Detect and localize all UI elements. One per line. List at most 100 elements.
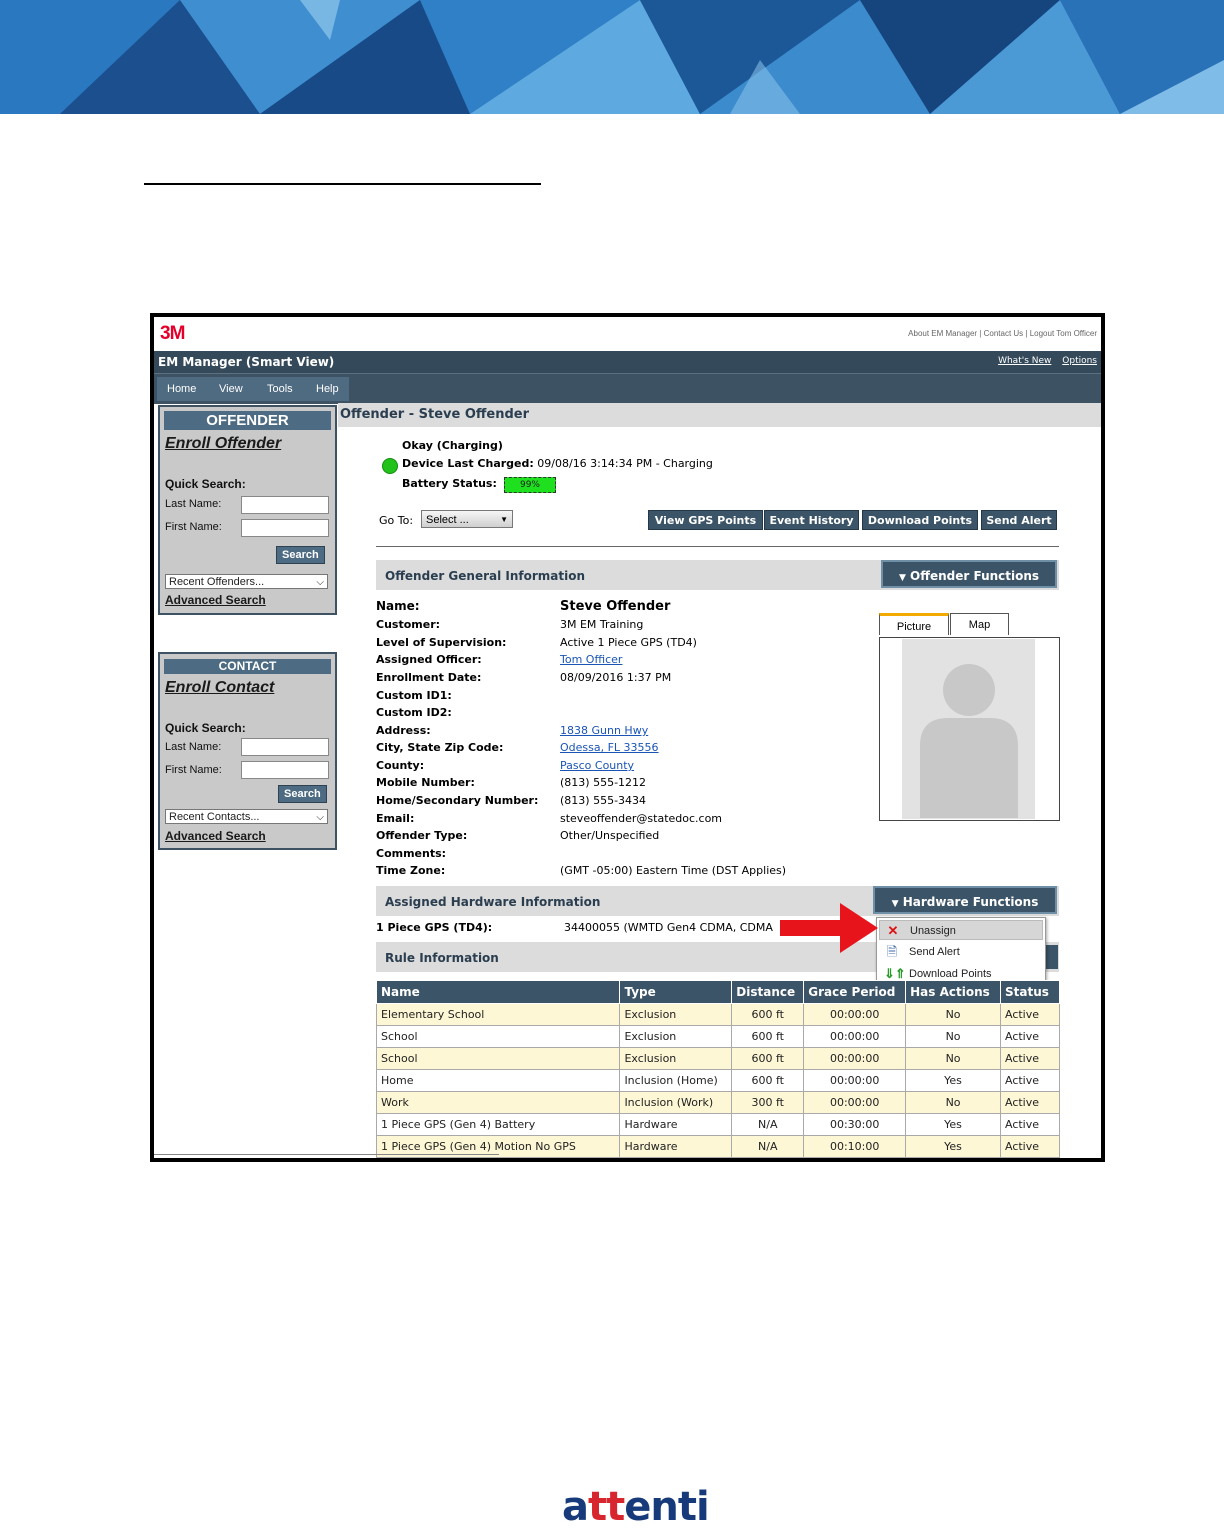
battery-label: Battery Status: [402, 477, 497, 490]
rule-grace-period: 00:00:00 [803, 1025, 907, 1048]
column-header[interactable]: Status [999, 980, 1061, 1004]
whats-new-link[interactable]: What's New [998, 356, 1051, 366]
tab-map[interactable]: Map [950, 613, 1009, 635]
column-header[interactable]: Has Actions [905, 980, 1001, 1004]
contact-first-name-input[interactable] [241, 761, 329, 779]
offender-advanced-search-link[interactable]: Advanced Search [165, 593, 266, 607]
column-header[interactable]: Grace Period [803, 980, 907, 1004]
horizontal-scrollbar[interactable] [154, 1154, 499, 1155]
enroll-offender-link[interactable]: Enroll Offender [165, 435, 281, 453]
rule-has-actions: No [905, 1091, 1001, 1114]
column-header[interactable]: Distance [731, 980, 805, 1004]
top-links[interactable]: About EM Manager | Contact Us | Logout T… [908, 329, 1097, 338]
address-link[interactable]: 1838 Gunn Hwy [560, 724, 648, 737]
rule-distance: 300 ft [731, 1091, 805, 1114]
recent-offenders-select[interactable]: Recent Offenders... ⌵ [165, 574, 328, 589]
menu-item-send-alert[interactable]: 🗎 Send Alert [879, 942, 1043, 962]
table-row[interactable]: School Exclusion 600 ft 00:00:00 No Acti… [375, 1047, 1061, 1070]
recent-contacts-value: Recent Contacts... [169, 811, 260, 823]
rule-has-actions: Yes [905, 1069, 1001, 1092]
download-points-button[interactable]: Download Points [862, 510, 978, 530]
info-label: Address: [376, 724, 431, 737]
table-row[interactable]: 1 Piece GPS (Gen 4) Battery Hardware N/A… [375, 1113, 1061, 1136]
rule-status: Active [999, 1069, 1061, 1092]
rule-name: Elementary School [375, 1003, 621, 1026]
rule-distance: 600 ft [731, 1003, 805, 1026]
enroll-contact-link[interactable]: Enroll Contact [165, 679, 274, 697]
offender-search-button[interactable]: Search [276, 546, 325, 564]
menu-view[interactable]: View [219, 383, 243, 395]
rule-info-title: Rule Information [385, 951, 499, 965]
info-value: (GMT -05:00) Eastern Time (DST Applies) [560, 864, 787, 877]
event-history-button[interactable]: Event History [764, 510, 859, 530]
last-name-label: Last Name: [165, 498, 222, 510]
caret-down-icon: ▼ [891, 899, 899, 909]
view-gps-points-button[interactable]: View GPS Points [648, 510, 763, 530]
menu-help[interactable]: Help [316, 383, 339, 395]
last-charged-row: Device Last Charged: 09/08/16 3:14:34 PM… [402, 457, 713, 470]
contact-last-name-input[interactable] [241, 738, 329, 756]
offender-first-name-input[interactable] [241, 519, 329, 537]
goto-select[interactable]: Select ... ▼ [421, 510, 513, 528]
quick-search-label: Quick Search: [165, 721, 246, 735]
rule-status: Active [999, 1047, 1061, 1070]
page-title: Offender - Steve Offender [340, 407, 530, 422]
rule-name: School [375, 1047, 621, 1070]
rule-distance: 600 ft [731, 1069, 805, 1092]
red-arrow-annotation [780, 903, 878, 953]
rule-distance: 600 ft [731, 1025, 805, 1048]
picture-map-tabs: Picture Map [879, 613, 1059, 637]
app-titlebar: EM Manager (Smart View) What's New Optio… [154, 351, 1101, 373]
table-row[interactable]: School Exclusion 600 ft 00:00:00 No Acti… [375, 1025, 1061, 1048]
recent-contacts-select[interactable]: Recent Contacts... ⌵ [165, 809, 328, 824]
info-label: Name: [376, 599, 420, 613]
goto-select-value: Select ... [426, 514, 469, 526]
offender-photo [879, 637, 1060, 821]
tab-picture[interactable]: Picture [879, 613, 949, 635]
info-value-name: Steve Offender [560, 599, 671, 614]
info-label: Time Zone: [376, 864, 446, 877]
send-alert-button[interactable]: Send Alert [981, 510, 1057, 530]
assigned-officer-link[interactable]: Tom Officer [560, 653, 622, 666]
contact-advanced-search-link[interactable]: Advanced Search [165, 829, 266, 843]
rule-status: Active [999, 1113, 1061, 1136]
attenti-logo: attenti [562, 1484, 710, 1530]
info-label: Offender Type: [376, 829, 468, 842]
info-label: City, State Zip Code: [376, 741, 504, 754]
alert-document-icon: 🗎 [886, 944, 898, 959]
rule-type: Hardware [619, 1135, 733, 1158]
rule-grace-period: 00:00:00 [803, 1069, 907, 1092]
last-charged-label: Device Last Charged: [402, 457, 534, 470]
table-row[interactable]: Work Inclusion (Work) 300 ft 00:00:00 No… [375, 1091, 1061, 1114]
table-row[interactable]: Home Inclusion (Home) 600 ft 00:00:00 Ye… [375, 1069, 1061, 1092]
column-header[interactable]: Name [375, 980, 621, 1004]
table-row[interactable]: Elementary School Exclusion 600 ft 00:00… [375, 1003, 1061, 1026]
brand-suffix: enti [624, 1484, 709, 1530]
info-value: 3M EM Training [560, 618, 644, 631]
info-label: Assigned Officer: [376, 653, 482, 666]
options-link[interactable]: Options [1062, 356, 1097, 366]
offender-functions-button[interactable]: ▼ Offender Functions [881, 560, 1057, 588]
menu-home[interactable]: Home [167, 383, 196, 395]
rule-name: 1 Piece GPS (Gen 4) Battery [375, 1113, 621, 1136]
menu-tools[interactable]: Tools [267, 383, 293, 395]
menu-item-unassign[interactable]: ✕ Unassign [879, 920, 1043, 940]
contact-header: CONTACT [164, 659, 331, 674]
status-text: Okay (Charging) [402, 439, 503, 452]
info-label: Enrollment Date: [376, 671, 482, 684]
info-label: County: [376, 759, 425, 772]
brand-prefix: a [562, 1484, 589, 1530]
contact-search-button[interactable]: Search [278, 785, 327, 803]
offender-last-name-input[interactable] [241, 496, 329, 514]
app-title: EM Manager (Smart View) [158, 355, 335, 369]
hardware-functions-button[interactable]: ▼ Hardware Functions [873, 886, 1057, 914]
info-label: Custom ID2: [376, 706, 452, 719]
county-link[interactable]: Pasco County [560, 759, 634, 772]
chevron-down-icon: ▼ [500, 515, 508, 524]
hardware-functions-menu: ✕ Unassign 🗎 Send Alert ⇓⇑ Download Poin… [876, 917, 1046, 987]
info-label: Custom ID1: [376, 689, 452, 702]
column-header[interactable]: Type [619, 980, 733, 1004]
menu-item-label: Send Alert [909, 946, 960, 958]
rule-status: Active [999, 1091, 1061, 1114]
city-state-zip-link[interactable]: Odessa, FL 33556 [560, 741, 659, 754]
